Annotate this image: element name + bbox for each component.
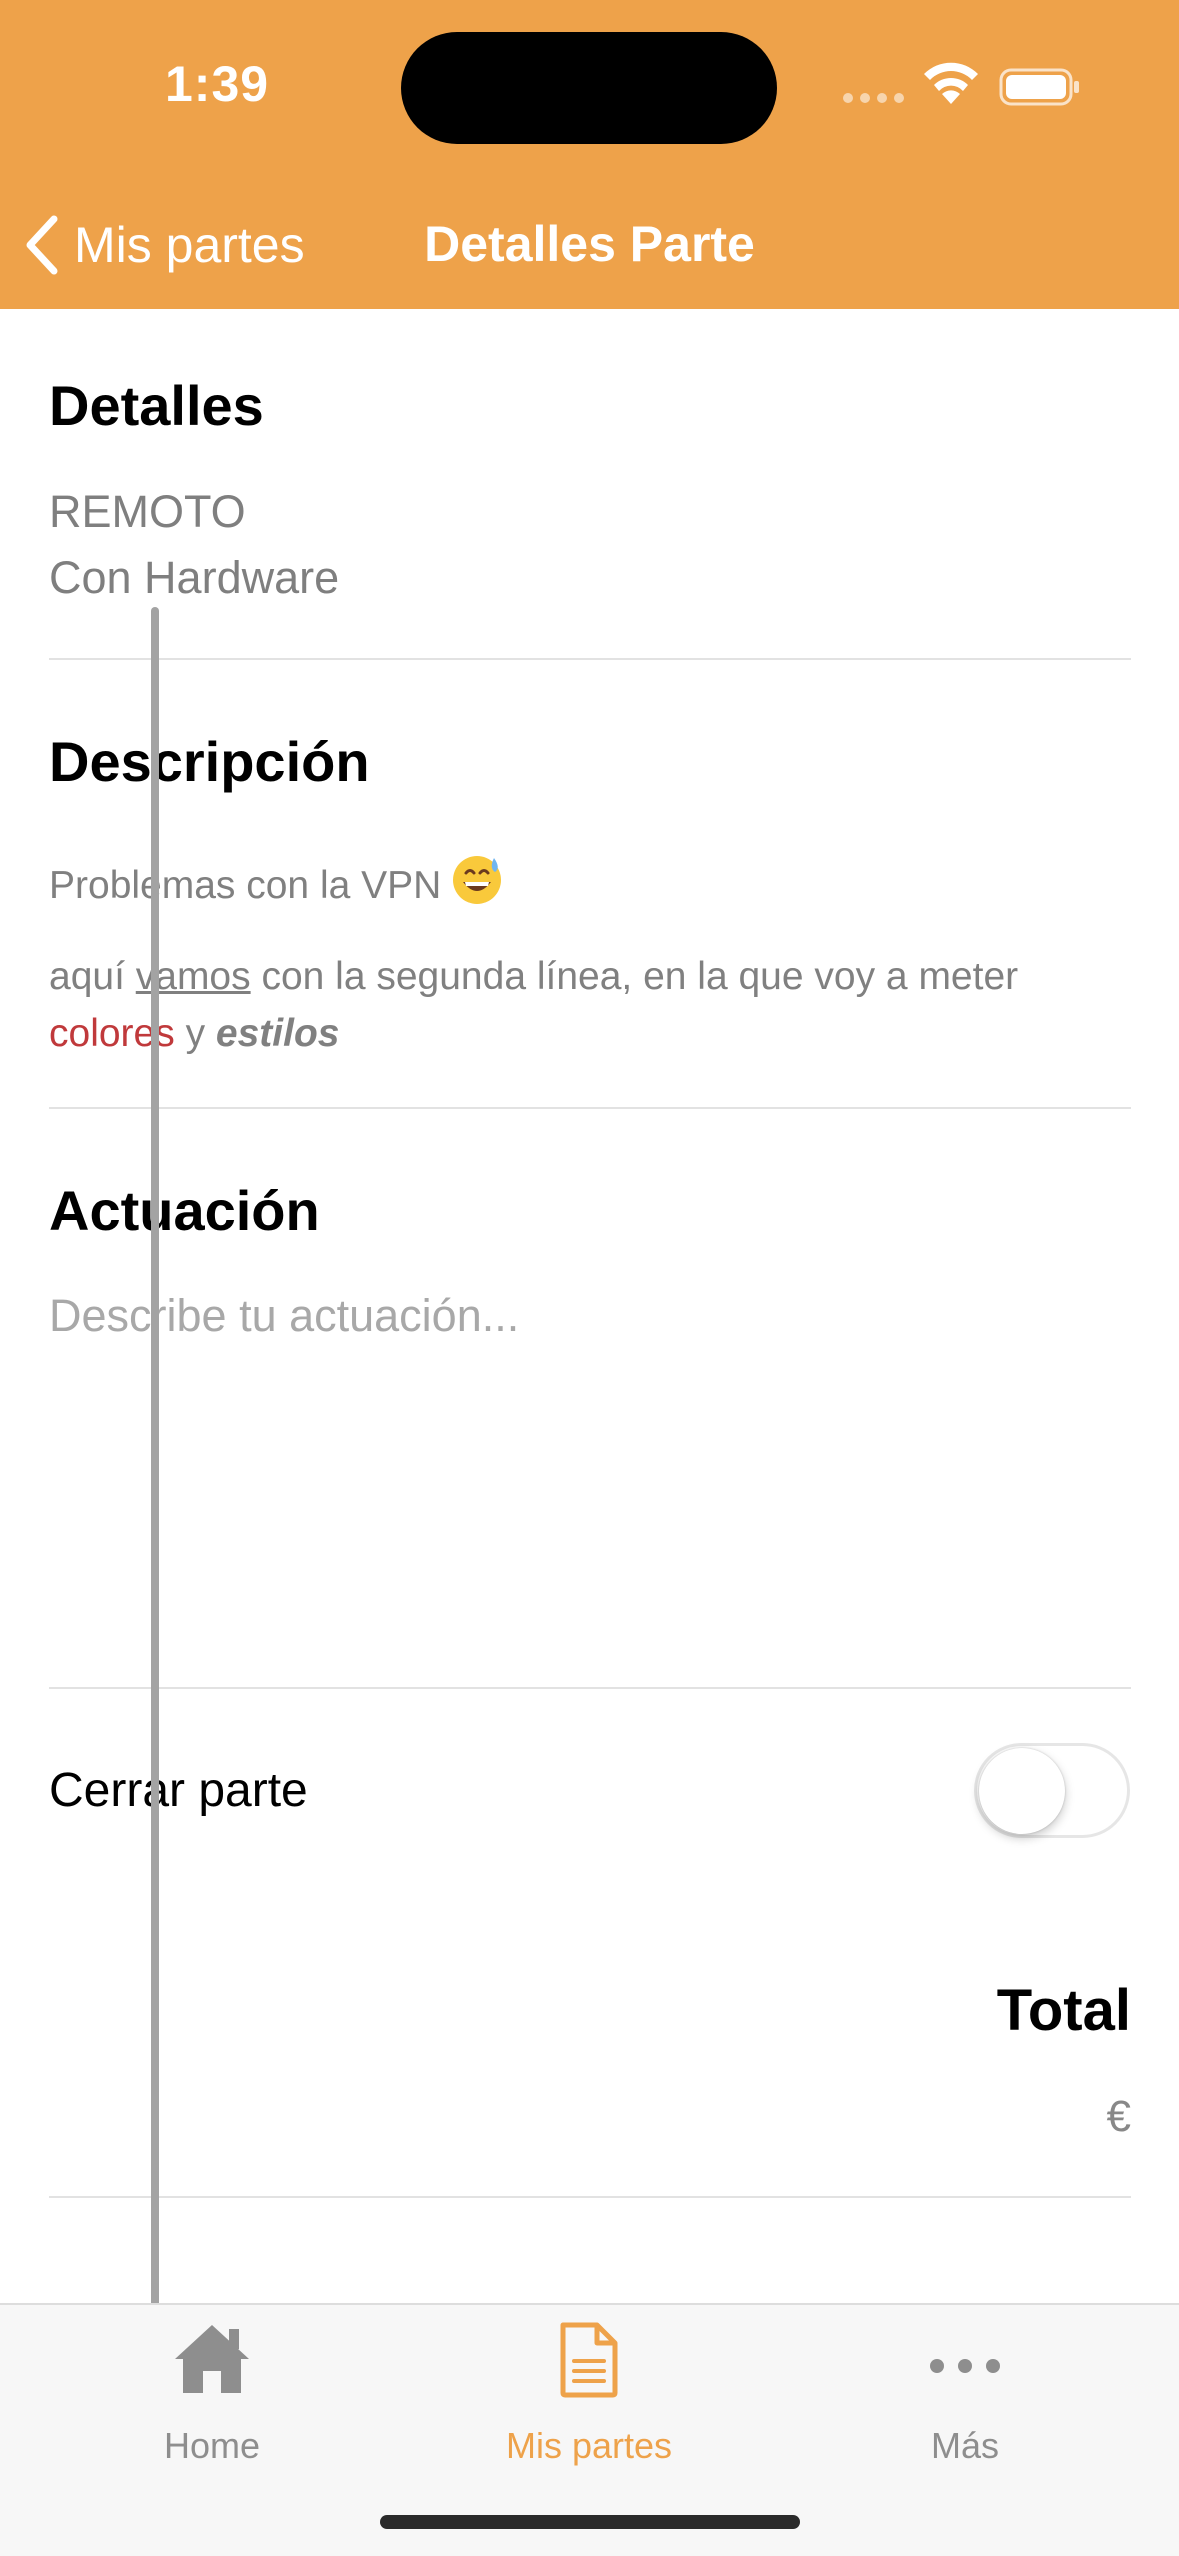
description-text: aquí <box>49 955 136 998</box>
total-value: € <box>1106 2092 1131 2141</box>
tab-home[interactable]: Home <box>62 2305 362 2485</box>
description-text: con la segunda línea, en la que voy a me… <box>250 955 1019 998</box>
grinning-sweat-emoji-icon <box>453 856 502 904</box>
toggle-knob <box>979 1748 1065 1834</box>
dynamic-island <box>401 32 777 144</box>
battery-icon <box>999 68 1079 106</box>
divider <box>49 1687 1131 1689</box>
scroll-indicator[interactable] <box>151 607 159 2307</box>
cerrar-parte-toggle[interactable] <box>974 1743 1130 1838</box>
divider <box>49 1107 1131 1109</box>
detalles-title: Detalles <box>49 374 264 437</box>
tab-label: Home <box>163 2425 261 2466</box>
description-line-3: colores y estilos <box>49 1012 339 1056</box>
detail-line-type: REMOTO <box>49 486 246 537</box>
divider <box>49 2196 1131 2198</box>
cerrar-parte-label: Cerrar parte <box>49 1764 308 1817</box>
bold-italic-text: estilos <box>215 1012 340 1055</box>
description-line-1: Problemas con la VPN <box>49 854 503 908</box>
tab-mas[interactable]: Más <box>815 2305 1115 2485</box>
page-title: Detalles Parte <box>424 216 755 272</box>
home-indicator[interactable] <box>380 2515 800 2529</box>
description-line-2: aquí vamos con la segunda línea, en la q… <box>49 955 1018 999</box>
description-text: Problemas con la VPN <box>49 864 442 907</box>
tab-mis-partes[interactable]: Mis partes <box>439 2305 739 2485</box>
cellular-signal-icon <box>843 93 904 103</box>
total-label: Total <box>996 1978 1131 2043</box>
actuacion-title: Actuación <box>49 1179 320 1242</box>
detail-line-hardware: Con Hardware <box>49 552 340 603</box>
divider <box>49 658 1131 660</box>
more-icon <box>930 2359 1000 2373</box>
status-time: 1:39 <box>165 56 270 112</box>
tab-label: Más <box>930 2425 999 2466</box>
tab-label: Mis partes <box>505 2425 673 2466</box>
house-icon <box>175 2325 249 2393</box>
navigation-header: 1:39 Mis partes Detalles Parte <box>0 0 1179 309</box>
actuacion-text-input[interactable] <box>49 1290 1131 1670</box>
wifi-icon <box>924 62 978 104</box>
descripcion-title: Descripción <box>49 730 370 793</box>
description-text: y <box>174 1012 216 1055</box>
document-icon <box>560 2322 618 2398</box>
